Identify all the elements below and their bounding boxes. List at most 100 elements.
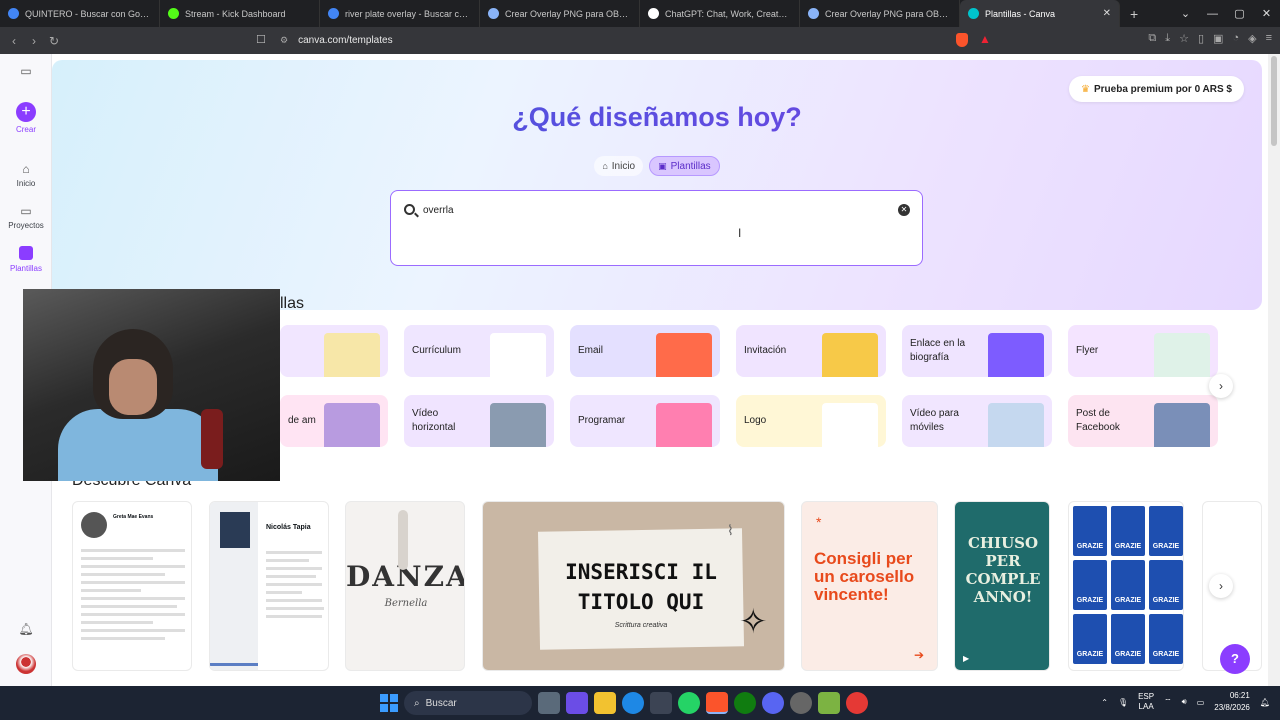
search-box[interactable]: ✕: [390, 190, 923, 266]
pill-home[interactable]: ⌂ Inicio: [594, 156, 644, 176]
browser-tab[interactable]: QUINTERO - Buscar con Google: [0, 0, 160, 27]
forward-icon[interactable]: ›: [24, 34, 44, 48]
url-field[interactable]: ⚙ canva.com/templates: [280, 31, 940, 50]
template-card-resume-1[interactable]: Greta Mae Evans: [72, 501, 192, 671]
sidebar-item-create[interactable]: + Crear: [0, 102, 52, 134]
template-card-note[interactable]: INSERISCI IL TITOLO QUI Scrittura creati…: [482, 501, 785, 671]
category-tile[interactable]: Programar: [570, 395, 720, 447]
file-explorer-icon[interactable]: [594, 692, 616, 714]
xbox-icon[interactable]: [734, 692, 756, 714]
close-window-button[interactable]: ✕: [1253, 7, 1280, 20]
browser-tab[interactable]: Crear Overlay PNG para OBS - Goo: [800, 0, 960, 27]
page-scrollbar[interactable]: [1268, 54, 1280, 686]
template-card-closed[interactable]: CHIUSO PER COMPLE ANNO! ▶: [954, 501, 1050, 671]
browser-tab[interactable]: river plate overlay - Buscar con Goo: [320, 0, 480, 27]
avatar[interactable]: [16, 654, 36, 674]
template-card-thanks[interactable]: GRAZIE GRAZIE GRAZIE GRAZIE GRAZIE GRAZIE GRAZ…: [1068, 501, 1184, 671]
settings-icon[interactable]: [790, 692, 812, 714]
clear-search-icon[interactable]: ✕: [898, 204, 910, 216]
profile-icon[interactable]: ◔: [1232, 32, 1239, 45]
category-tile[interactable]: Vídeo para móviles: [902, 395, 1052, 447]
tab-favicon-icon: [8, 8, 19, 19]
reload-icon[interactable]: ↻: [44, 34, 64, 48]
task-view-icon[interactable]: [538, 692, 560, 714]
scrollbar-thumb[interactable]: [1271, 56, 1277, 146]
browser-tab[interactable]: Stream - Kick Dashboard: [160, 0, 320, 27]
template-card-resume-2[interactable]: Nicolás Tapia: [209, 501, 329, 671]
language-indicator[interactable]: ESP LAA: [1138, 692, 1154, 712]
tab-close-icon[interactable]: ✕: [1099, 8, 1111, 19]
hero-banner: ♛ Prueba premium por 0 ARS $ ¿Qué diseña…: [52, 60, 1262, 310]
new-tab-button[interactable]: +: [1120, 6, 1148, 22]
template-card-carousel[interactable]: * Consigli per un carosello vincente! ➔: [801, 501, 938, 671]
wallet-icon[interactable]: ▣: [1213, 32, 1223, 45]
bookmarks-icon[interactable]: ☆: [1179, 32, 1189, 45]
brave-rewards-icon[interactable]: ▲: [979, 32, 991, 46]
template-card-dance[interactable]: DANZA Bernella: [345, 501, 465, 671]
windows-start-icon[interactable]: [380, 694, 398, 712]
category-tile[interactable]: Vídeo horizontal: [404, 395, 554, 447]
downloads-icon[interactable]: ⤓: [1165, 32, 1170, 45]
taskbar-search[interactable]: ⌕ Buscar: [404, 691, 532, 715]
category-tile[interactable]: de am: [280, 395, 388, 447]
closed-text: CHIUSO PER COMPLE ANNO!: [965, 534, 1041, 606]
copilot-icon[interactable]: [566, 692, 588, 714]
brave-icon[interactable]: [706, 692, 728, 714]
store-icon[interactable]: [650, 692, 672, 714]
category-tile[interactable]: Logo: [736, 395, 886, 447]
notifications-button[interactable]: 🔔︎: [0, 622, 52, 639]
site-info-icon[interactable]: ⚙: [280, 35, 288, 46]
categories-next-button[interactable]: ›: [1209, 374, 1233, 398]
thanks-grid: GRAZIE GRAZIE GRAZIE GRAZIE GRAZIE GRAZIE GRAZ…: [1073, 506, 1183, 664]
sidebar-item-home[interactable]: ⌂ Inicio: [0, 162, 52, 188]
category-tile[interactable]: Post de Facebook: [1068, 395, 1218, 447]
microphone-icon[interactable]: 🎙︎: [1118, 698, 1128, 707]
maximize-button[interactable]: ▢: [1226, 7, 1253, 20]
search-input[interactable]: [423, 201, 863, 219]
back-icon[interactable]: ‹: [4, 34, 24, 48]
chevron-up-icon[interactable]: ⌃: [1101, 698, 1108, 707]
battery-icon[interactable]: ▭: [1197, 698, 1205, 707]
sidebar-item-templates[interactable]: Plantillas: [0, 246, 52, 273]
sidebar-item-label: Inicio: [16, 179, 36, 188]
category-tile[interactable]: Email: [570, 325, 720, 377]
browser-tab[interactable]: ChatGPT: Chat, Work, Create & Co: [640, 0, 800, 27]
notifications-icon[interactable]: 🔔︎: [1260, 698, 1270, 707]
sidebar-toggle[interactable]: ▭: [0, 64, 52, 81]
whatsapp-icon[interactable]: [678, 692, 700, 714]
paperclip-icon: ⌇: [727, 522, 734, 538]
vpn-icon[interactable]: ◈: [1248, 32, 1256, 45]
tab-search-icon[interactable]: ⌄: [1172, 7, 1199, 20]
discover-next-button[interactable]: ›: [1209, 574, 1233, 598]
minimize-button[interactable]: —: [1199, 8, 1226, 20]
resume-accent-bar: [210, 663, 258, 666]
category-label: Enlace en la biografía: [910, 338, 966, 363]
crown-icon: ♛: [1081, 83, 1090, 95]
category-tile[interactable]: Enlace en la biografía: [902, 325, 1052, 377]
media-player-icon[interactable]: [846, 692, 868, 714]
discord-icon[interactable]: [762, 692, 784, 714]
browser-tab[interactable]: Crear Overlay PNG para OBS - Goo: [480, 0, 640, 27]
menu-icon[interactable]: ≡: [1266, 32, 1272, 45]
pill-templates[interactable]: ▣ Plantillas: [649, 156, 720, 176]
clock[interactable]: 06:21 23/8/2026: [1214, 690, 1250, 714]
bookmark-icon[interactable]: ☐: [256, 33, 266, 46]
wifi-icon[interactable]: ⌔: [1164, 697, 1172, 707]
extensions-icon[interactable]: ⧉: [1148, 32, 1156, 45]
edge-icon[interactable]: [622, 692, 644, 714]
category-tile[interactable]: Currículum: [404, 325, 554, 377]
category-tile[interactable]: [280, 325, 388, 377]
thanks-tag: GRAZIE: [1111, 614, 1145, 664]
brave-shield-icon[interactable]: [956, 33, 968, 47]
sidebar-item-projects[interactable]: ▭ Proyectos: [0, 204, 52, 230]
category-thumbnail: [324, 333, 380, 377]
sidebar-toggle-icon[interactable]: ▯: [1198, 32, 1204, 45]
volume-icon[interactable]: 🔊︎: [1182, 697, 1187, 707]
android-icon[interactable]: [818, 692, 840, 714]
tab-title: ChatGPT: Chat, Work, Create & Co: [665, 8, 791, 19]
category-tile[interactable]: Invitación: [736, 325, 886, 377]
browser-tab[interactable]: Plantillas - Canva ✕: [960, 0, 1120, 27]
premium-trial-button[interactable]: ♛ Prueba premium por 0 ARS $: [1069, 76, 1244, 102]
category-tile[interactable]: Flyer: [1068, 325, 1218, 377]
help-button[interactable]: ?: [1220, 644, 1250, 674]
